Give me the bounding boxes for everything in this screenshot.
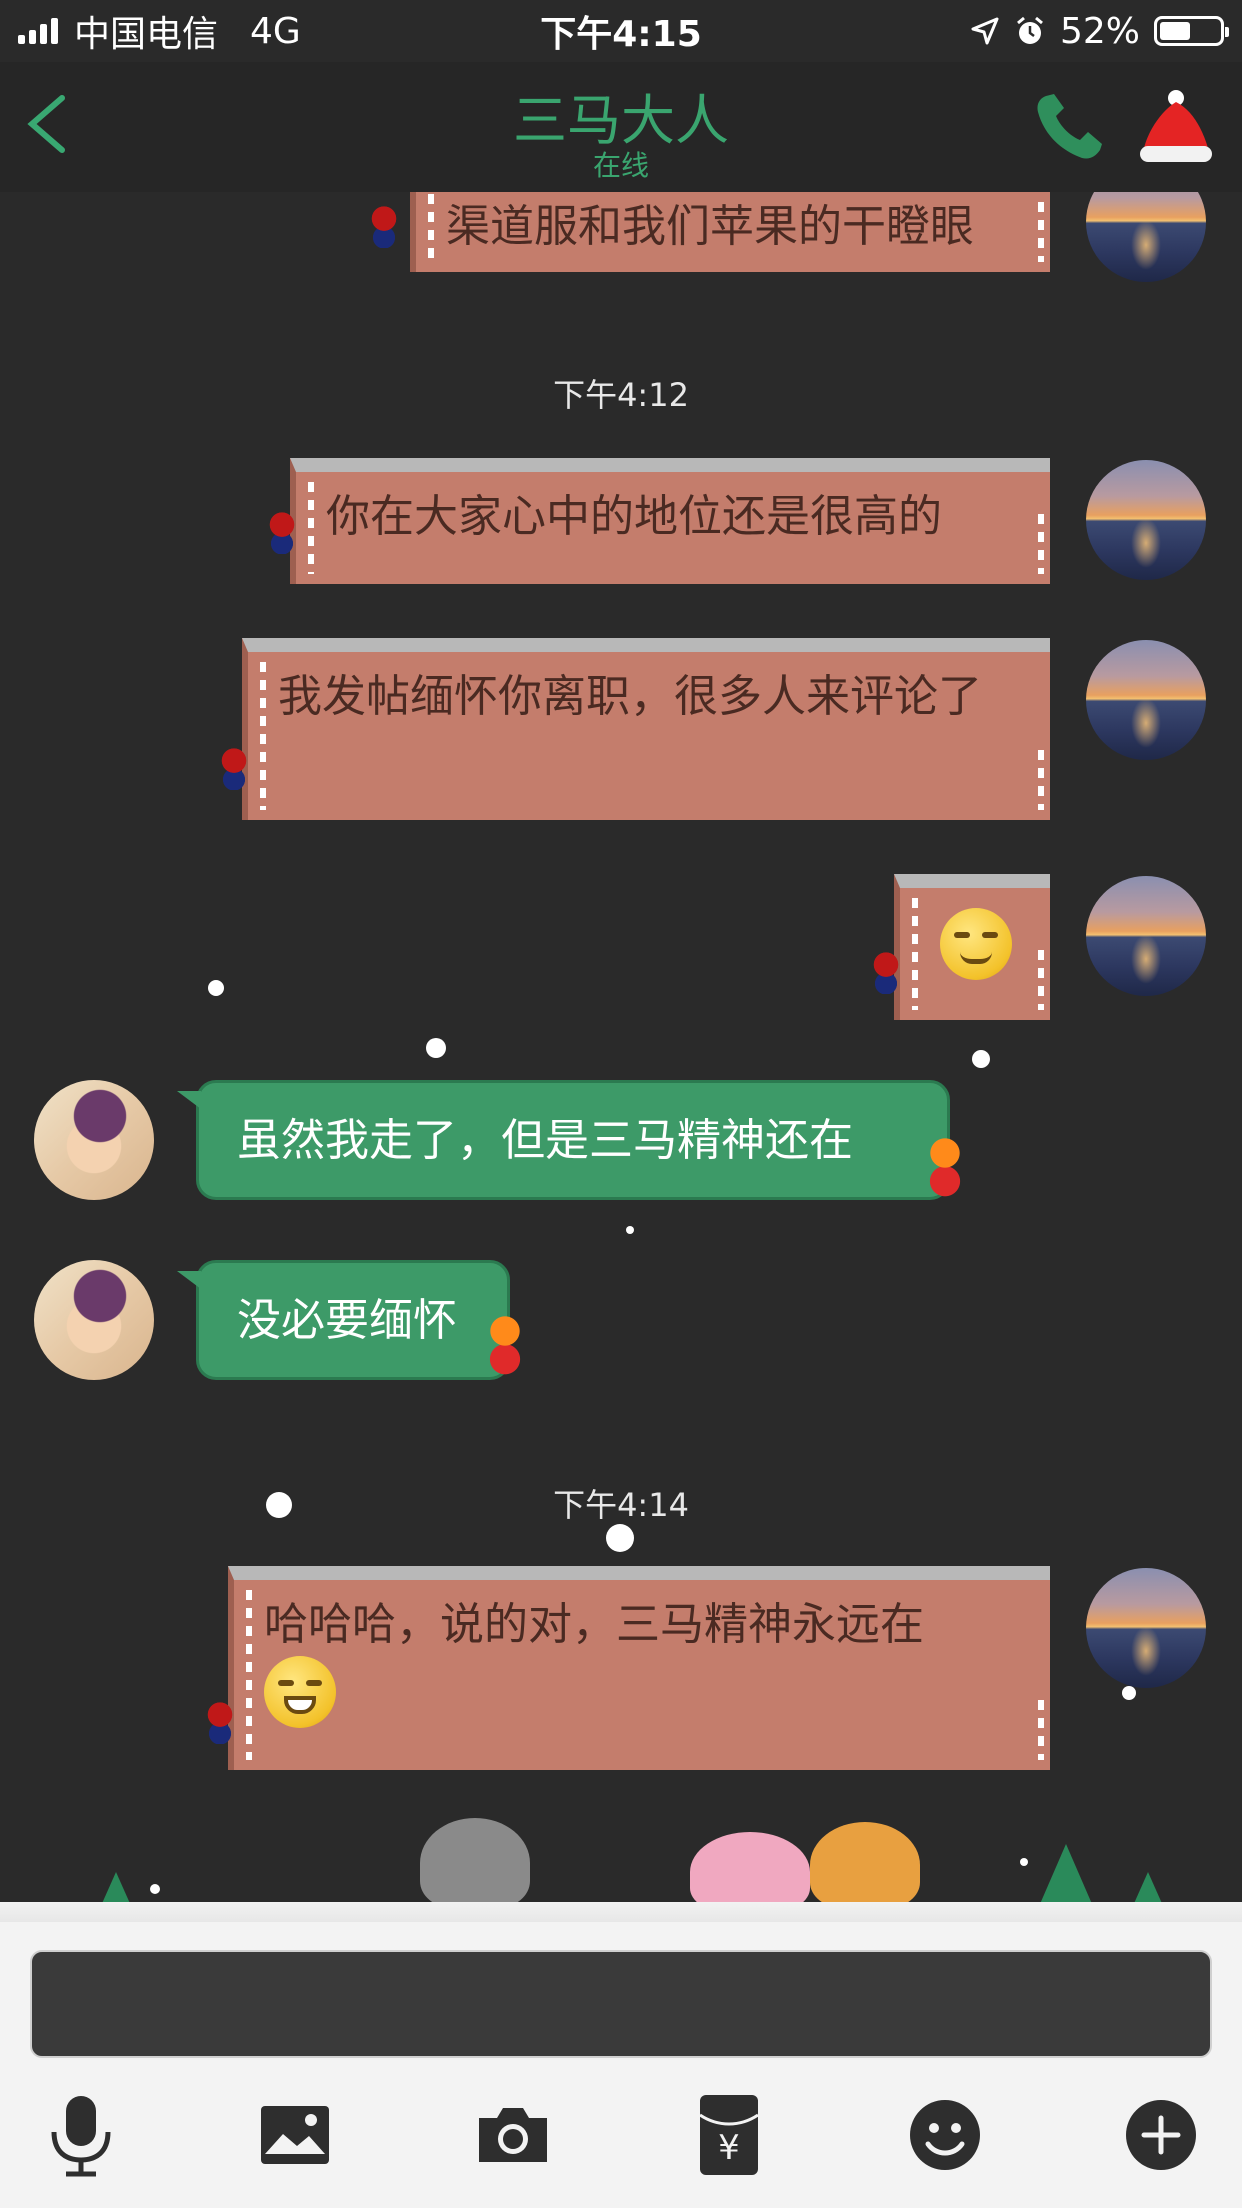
message-text: 我发帖缅怀你离职，很多人来评论了 xyxy=(278,671,982,722)
image-icon[interactable] xyxy=(250,2090,340,2180)
contact-avatar[interactable] xyxy=(34,1260,154,1380)
timestamp: 下午4:12 xyxy=(553,376,689,414)
snowflake-decoration xyxy=(426,1038,446,1058)
signal-icon xyxy=(18,18,58,44)
self-avatar[interactable] xyxy=(1086,876,1206,996)
nav-bar: 三马大人 在线 xyxy=(0,62,1242,192)
self-avatar[interactable] xyxy=(1086,460,1206,580)
network-label: 4G xyxy=(250,10,301,52)
santa-sticker-decoration xyxy=(928,1138,962,1198)
spider-sticker-decoration xyxy=(216,748,252,790)
snowflake-decoration xyxy=(150,1884,160,1894)
message-bubble-self[interactable]: 你在大家心中的地位还是很高的 xyxy=(290,458,1050,584)
spider-sticker-decoration xyxy=(264,512,300,554)
self-avatar[interactable] xyxy=(1086,640,1206,760)
phone-call-button[interactable] xyxy=(1030,90,1110,166)
self-avatar[interactable] xyxy=(1086,192,1206,282)
message-text: 没必要缅怀 xyxy=(237,1295,457,1346)
message-bubble-self[interactable]: 渠道服和我们苹果的干瞪眼 xyxy=(410,192,1050,272)
tree-decoration xyxy=(1040,1844,1092,1904)
red-packet-symbol: ¥ xyxy=(718,2128,740,2168)
message-bubble-self[interactable]: 我发帖缅怀你离职，很多人来评论了 xyxy=(242,638,1050,820)
pink-hair-girl-decoration xyxy=(690,1832,810,1912)
santa-sticker-decoration xyxy=(488,1316,522,1376)
self-avatar[interactable] xyxy=(1086,1568,1206,1688)
camera-icon[interactable] xyxy=(468,2090,558,2180)
spider-sticker-decoration xyxy=(366,206,402,248)
message-text: 哈哈哈，说的对，三马精神永远在 xyxy=(264,1599,924,1650)
snowflake-decoration xyxy=(1020,1858,1028,1866)
message-text: 你在大家心中的地位还是很高的 xyxy=(326,491,942,542)
plus-icon[interactable] xyxy=(1116,2090,1206,2180)
spider-sticker-decoration xyxy=(202,1702,238,1744)
smirk-emoji-icon xyxy=(940,908,1012,980)
shiba-dog-decoration xyxy=(810,1822,920,1908)
red-packet-icon[interactable]: ¥ xyxy=(684,2090,774,2180)
message-bubble-other[interactable]: 虽然我走了，但是三马精神还在 xyxy=(177,1080,950,1200)
message-text: 渠道服和我们苹果的干瞪眼 xyxy=(446,201,974,252)
battery-percent: 52% xyxy=(1059,10,1140,52)
message-bubble-self[interactable] xyxy=(894,874,1050,1020)
message-input[interactable] xyxy=(30,1950,1212,2058)
snowflake-decoration xyxy=(208,980,224,996)
message-bubble-other[interactable]: 没必要缅怀 xyxy=(177,1260,510,1380)
input-panel: ¥ xyxy=(0,1922,1242,2208)
snowflake-decoration xyxy=(606,1524,634,1552)
santa-hat-icon[interactable] xyxy=(1136,88,1216,168)
timestamp: 下午4:14 xyxy=(553,1486,689,1524)
battery-fill xyxy=(1160,22,1191,40)
spider-sticker-decoration xyxy=(868,952,904,994)
status-bar: 中国电信 4G 下午4:15 52% xyxy=(0,0,1242,62)
status-left: 中国电信 4G xyxy=(18,5,301,57)
alarm-icon xyxy=(1017,16,1043,44)
message-text: 虽然我走了，但是三马精神还在 xyxy=(237,1115,853,1166)
snowflake-decoration xyxy=(1122,1686,1136,1700)
message-bubble-self[interactable]: 哈哈哈，说的对，三马精神永远在 xyxy=(228,1566,1050,1770)
snowflake-decoration xyxy=(972,1050,990,1068)
emoji-icon[interactable] xyxy=(900,2090,990,2180)
location-icon xyxy=(971,17,999,45)
snowflake-decoration xyxy=(266,1492,292,1518)
microphone-icon[interactable] xyxy=(36,2090,126,2180)
battery-icon xyxy=(1154,16,1229,46)
grin-emoji-icon xyxy=(264,1656,336,1728)
status-right: 52% xyxy=(970,10,1229,52)
chat-area[interactable]: 渠道服和我们苹果的干瞪眼 下午4:12 你在大家心中的地位还是很高的 我发帖缅怀… xyxy=(0,192,1242,1922)
input-toolbar: ¥ xyxy=(0,2090,1242,2190)
carrier-label: 中国电信 xyxy=(74,14,219,55)
gray-character-decoration xyxy=(420,1818,530,1908)
contact-avatar[interactable] xyxy=(34,1080,154,1200)
snowflake-decoration xyxy=(626,1226,634,1234)
